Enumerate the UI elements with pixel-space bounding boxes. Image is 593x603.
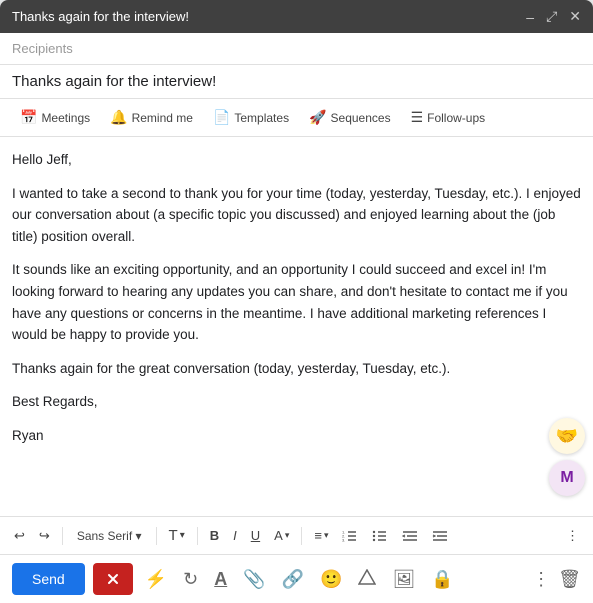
redo-button[interactable]: ↪: [33, 524, 56, 548]
close-button[interactable]: ✕: [569, 8, 581, 25]
ext-meetings[interactable]: 📅 Meetings: [12, 105, 98, 130]
email-compose-window: Thanks again for the interview! – ⤢ ✕ Re…: [0, 0, 593, 603]
bottom-bar: Send ⚡ ↻ A 📎 🔗 🙂 🖼 🔒 ⋮ 🗑: [0, 554, 593, 603]
bullet-list-button[interactable]: [366, 525, 394, 547]
font-selector[interactable]: Sans Serif ▾: [69, 526, 150, 546]
paragraph1: I wanted to take a second to thank you f…: [12, 183, 581, 248]
formatting-toolbar: ↩ ↪ Sans Serif ▾ T▾ B I U A▾ ≡▾ 1.2.3. ⋮: [0, 516, 593, 554]
recipients-label: Recipients: [12, 41, 73, 56]
meetings-label: Meetings: [41, 111, 90, 125]
extensions-toolbar: 📅 Meetings 🔔 Remind me 📄 Templates 🚀 Seq…: [0, 99, 593, 137]
paragraph2: It sounds like an exciting opportunity, …: [12, 259, 581, 345]
text-color-button[interactable]: A▾: [268, 524, 295, 547]
body-text: Hello Jeff, I wanted to take a second to…: [12, 149, 581, 447]
more-options-button[interactable]: ⋮: [532, 569, 550, 590]
sequences-label: Sequences: [331, 111, 391, 125]
format-more-button[interactable]: ⋮: [560, 524, 585, 548]
templates-icon: 📄: [213, 109, 230, 126]
photo-icon[interactable]: 🖼: [388, 565, 419, 594]
lock-icon[interactable]: 🔒: [427, 565, 457, 594]
attachment-icon[interactable]: 📎: [239, 565, 269, 594]
discard-button[interactable]: [93, 563, 133, 595]
floating-m-icon[interactable]: M: [549, 460, 585, 496]
divider4: [301, 527, 302, 545]
indent-inc-button[interactable]: [426, 525, 454, 547]
greeting: Hello Jeff,: [12, 149, 581, 171]
refresh-icon[interactable]: ↻: [179, 565, 202, 594]
email-body[interactable]: Hello Jeff, I wanted to take a second to…: [0, 137, 593, 516]
ext-remind-me[interactable]: 🔔 Remind me: [102, 105, 201, 130]
divider3: [197, 527, 198, 545]
bolt-icon[interactable]: ⚡: [141, 565, 171, 594]
send-button[interactable]: Send: [12, 563, 85, 595]
align-button[interactable]: ≡▾: [308, 524, 334, 547]
ext-sequences[interactable]: 🚀 Sequences: [301, 105, 398, 130]
italic-button[interactable]: I: [227, 524, 243, 547]
trash-button[interactable]: 🗑: [558, 569, 581, 590]
follow-ups-label: Follow-ups: [427, 111, 485, 125]
window-title: Thanks again for the interview!: [12, 9, 189, 24]
subject-text: Thanks again for the interview!: [12, 73, 216, 90]
underline-a-icon[interactable]: A: [210, 565, 231, 594]
floating-icons: 🤝 M: [549, 418, 585, 496]
divider2: [156, 527, 157, 545]
ordered-list-button[interactable]: 1.2.3.: [336, 525, 364, 547]
subject-row[interactable]: Thanks again for the interview!: [0, 65, 593, 99]
recipients-row[interactable]: Recipients: [0, 33, 593, 65]
follow-ups-icon: ☰: [411, 109, 424, 126]
link-icon[interactable]: 🔗: [278, 565, 308, 594]
remind-label: Remind me: [132, 111, 193, 125]
ext-templates[interactable]: 📄 Templates: [205, 105, 297, 130]
divider1: [62, 527, 63, 545]
floating-handshake[interactable]: 🤝: [549, 418, 585, 454]
titlebar: Thanks again for the interview! – ⤢ ✕: [0, 0, 593, 33]
ext-follow-ups[interactable]: ☰ Follow-ups: [403, 105, 494, 130]
font-size-button[interactable]: T▾: [163, 523, 191, 548]
remind-icon: 🔔: [110, 109, 127, 126]
titlebar-controls: – ⤢ ✕: [526, 8, 581, 25]
paragraph3: Thanks again for the great conversation …: [12, 358, 581, 380]
emoji-icon[interactable]: 🙂: [316, 565, 346, 594]
svg-text:3.: 3.: [342, 537, 345, 542]
bold-button[interactable]: B: [204, 524, 225, 547]
underline-button[interactable]: U: [245, 524, 266, 547]
drive-icon[interactable]: [354, 565, 380, 594]
meetings-icon: 📅: [20, 109, 37, 126]
minimize-button[interactable]: –: [526, 9, 534, 25]
signature: Ryan: [12, 425, 581, 447]
templates-label: Templates: [234, 111, 289, 125]
expand-button[interactable]: ⤢: [546, 8, 557, 25]
indent-dec-button[interactable]: [396, 525, 424, 547]
sign-off: Best Regards,: [12, 391, 581, 413]
sequences-icon: 🚀: [309, 109, 326, 126]
undo-button[interactable]: ↩: [8, 524, 31, 548]
